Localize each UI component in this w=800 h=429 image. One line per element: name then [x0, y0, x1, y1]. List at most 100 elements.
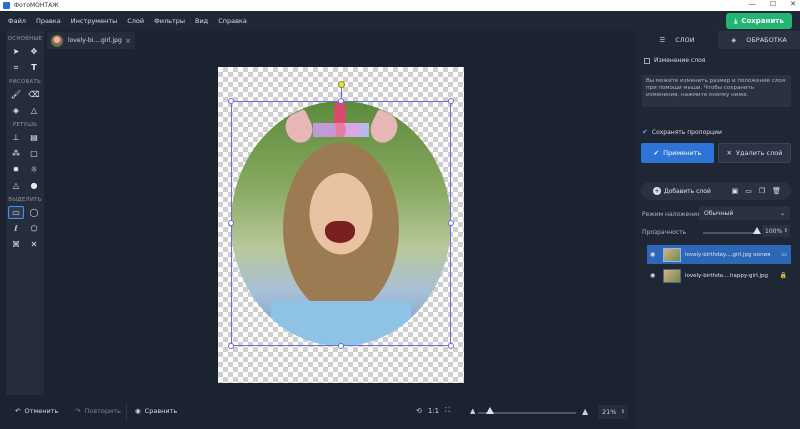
menu-view[interactable]: Вид [193, 17, 210, 25]
zoom-in-icon[interactable]: ▲ [582, 407, 588, 416]
delete-layer-button[interactable]: ✕ Удалить слой [718, 143, 791, 163]
lock-icon[interactable]: 🔒 [780, 272, 787, 279]
minimize-button[interactable]: — [749, 0, 756, 8]
lasso-tool-icon[interactable]: ℓ [8, 222, 24, 235]
resize-layer-checkbox[interactable] [644, 57, 650, 64]
brush-tool-icon[interactable]: 🖌 [8, 88, 24, 101]
menu-edit[interactable]: Правка [34, 17, 63, 25]
visibility-eye-icon[interactable]: ◉ [650, 251, 660, 258]
layer-name: lovely-birthda....happy-girl.jpg [685, 272, 769, 279]
handle-top-left[interactable] [228, 98, 234, 104]
app-icon [3, 2, 10, 9]
close-tab-icon[interactable]: × [125, 37, 131, 45]
image-icon[interactable]: ▣ [732, 187, 739, 195]
magic-wand-tool-icon[interactable]: ✕ [26, 238, 42, 251]
tab-processing[interactable]: ◈ ОБРАБОТКА [718, 31, 800, 49]
panel-tabs: ☰ СЛОИ ◈ ОБРАБОТКА [636, 31, 800, 49]
visibility-eye-icon[interactable]: ◉ [650, 272, 660, 279]
blur-tool-icon[interactable]: ● [26, 179, 42, 192]
shapes-tool-icon[interactable]: △ [26, 104, 42, 117]
apply-label: Применить [663, 149, 702, 157]
bottom-bar: ↶ Отменить ↷ Повторить ◉ Сравнить ⟲ 1:1 … [0, 395, 636, 429]
layer-item-base[interactable]: ◉ lovely-birthda....happy-girl.jpg 🔒 [647, 266, 791, 285]
handle-middle-left[interactable] [228, 220, 234, 226]
toolbar-divider [126, 403, 127, 421]
rect-select-tool-icon[interactable]: ▭ [8, 206, 24, 219]
menu-help[interactable]: Справка [216, 17, 249, 25]
eraser-tool-icon[interactable]: ⌫ [26, 88, 42, 101]
stepper-icon[interactable]: ⇕ [784, 228, 788, 234]
tab-layers-label: СЛОИ [675, 36, 695, 44]
trash-icon[interactable]: 🗑 [772, 187, 781, 195]
burn-tool-icon[interactable]: ☼ [26, 163, 42, 176]
canvas-workspace[interactable] [46, 49, 636, 395]
blend-mode-select[interactable]: Обычный ⌄ [699, 206, 790, 220]
stepper-icon[interactable]: ⇕ [621, 409, 625, 415]
menu-bar: Файл Правка Инструменты Слой Фильтры Вид… [0, 11, 800, 31]
arrow-tool-icon[interactable]: ➤ [8, 45, 24, 58]
layer-thumbnail [663, 247, 681, 262]
maximize-button[interactable]: ☐ [770, 0, 776, 8]
chevron-down-icon: ⌄ [779, 209, 785, 217]
zoom-tools: ⟲ 1:1 ⛶ ▲ [416, 406, 475, 415]
close-button[interactable]: ✕ [790, 0, 796, 8]
resize-layer-toggle[interactable]: Изменение слоя [644, 57, 705, 64]
zoom-value-field[interactable]: 21% ⇕ [598, 405, 628, 419]
rotation-handle[interactable] [338, 81, 345, 88]
section-select: ВЫДЕЛИТЬ [8, 197, 42, 203]
ellipse-select-tool-icon[interactable]: ◯ [26, 206, 42, 219]
rotate-icon[interactable]: ⟲ [416, 407, 422, 415]
folder-icon[interactable]: ▭ [745, 187, 752, 195]
folder-icon[interactable]: ▭ [781, 251, 787, 258]
tab-layers[interactable]: ☰ СЛОИ [636, 31, 718, 49]
layer-item-copy[interactable]: ◉ lovely-birthday....girl.jpg копия ▭ [647, 245, 791, 264]
save-button[interactable]: ⤓ Сохранить [726, 13, 792, 29]
redo-button[interactable]: ↷ Повторить [75, 407, 121, 415]
stamp-tool-icon[interactable]: ⊥ [8, 131, 24, 144]
handle-middle-right[interactable] [448, 220, 454, 226]
handle-top-middle[interactable] [338, 98, 344, 104]
handle-bottom-right[interactable] [448, 343, 454, 349]
patch-tool-icon[interactable]: ▤ [26, 131, 42, 144]
magic-select-tool-icon[interactable]: ⌘ [8, 238, 24, 251]
opacity-slider-knob[interactable] [753, 227, 761, 234]
blend-mode-label: Режим наложения: [642, 211, 703, 218]
compare-button[interactable]: ◉ Сравнить [135, 407, 177, 415]
frame-tool-icon[interactable]: ▢ [26, 147, 42, 160]
checkmark-icon: ✔ [642, 128, 648, 136]
fill-tool-icon[interactable]: ◈ [8, 104, 24, 117]
menu-filters[interactable]: Фильтры [152, 17, 187, 25]
zoom-slider-knob[interactable] [485, 407, 494, 414]
move-tool-icon[interactable]: ✥ [26, 45, 42, 58]
layer-thumbnail [663, 268, 681, 283]
resize-layer-label: Изменение слоя [654, 57, 706, 64]
tab-label: lovely-bi....girl.jpg [68, 37, 122, 44]
menu-file[interactable]: Файл [6, 17, 28, 25]
sharpen-tool-icon[interactable]: △ [8, 179, 24, 192]
menu-layer[interactable]: Слой [125, 17, 146, 25]
handle-top-right[interactable] [448, 98, 454, 104]
tab-processing-label: ОБРАБОТКА [746, 36, 787, 44]
handle-bottom-left[interactable] [228, 343, 234, 349]
one-to-one-button[interactable]: 1:1 [428, 407, 439, 415]
duplicate-icon[interactable]: ❐ [759, 187, 765, 195]
text-tool-icon[interactable]: T [26, 61, 42, 74]
document-tab[interactable]: lovely-bi....girl.jpg × [47, 32, 135, 49]
apply-button[interactable]: ✔ Применить [641, 143, 714, 163]
crop-tool-icon[interactable]: ⌗ [8, 61, 24, 74]
handle-bottom-middle[interactable] [338, 343, 344, 349]
keep-proportions-toggle[interactable]: ✔ Сохранять пропорции [642, 128, 722, 136]
healing-tool-icon[interactable]: ⁂ [8, 147, 24, 160]
opacity-value-field[interactable]: 100% ⇕ [762, 225, 790, 237]
plus-icon: + [653, 186, 661, 195]
add-layer-button[interactable]: + Добавить слой [653, 187, 711, 195]
transform-bounding-box[interactable] [231, 101, 451, 346]
undo-button[interactable]: ↶ Отменить [15, 407, 58, 415]
dodge-tool-icon[interactable]: ✹ [8, 163, 24, 176]
menu-tools[interactable]: Инструменты [69, 17, 120, 25]
zoom-out-icon[interactable]: ▲ [470, 407, 475, 415]
opacity-slider[interactable] [703, 232, 757, 234]
polygon-lasso-tool-icon[interactable]: ⬠ [26, 222, 42, 235]
section-retouch: РЕТУШЬ [12, 122, 38, 128]
fit-screen-icon[interactable]: ⛶ [445, 406, 450, 415]
